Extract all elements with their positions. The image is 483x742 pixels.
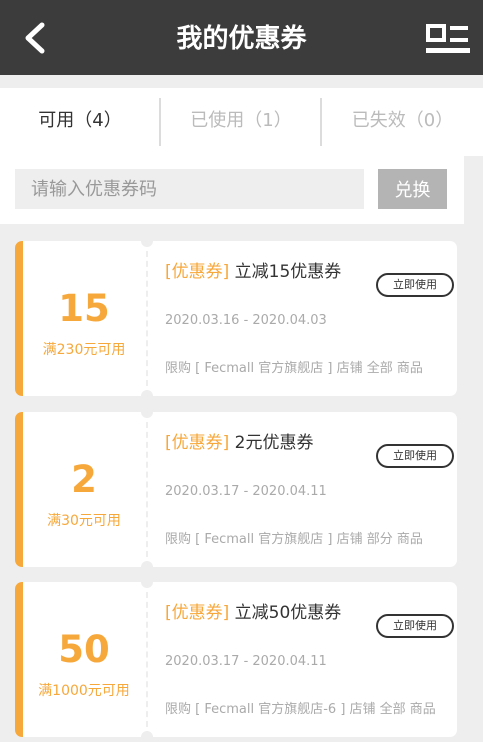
coupon-tag: [优惠券]: [165, 433, 230, 453]
tab-available[interactable]: 可用（4）: [0, 88, 160, 156]
coupon-amount: 15: [58, 287, 110, 330]
coupon-scope: 限购 [ Fecmall 官方旗舰店 ] 店铺 部分 商品: [165, 532, 423, 547]
app-header: 我的优惠券: [0, 0, 483, 75]
coupon-tag: [优惠券]: [165, 603, 230, 623]
coupon-condition: 满1000元可用: [38, 683, 130, 699]
coupon-divider: [146, 422, 148, 557]
coupon-divider: [146, 592, 148, 727]
use-now-button[interactable]: 立即使用: [376, 273, 454, 297]
coupon-divider: [146, 251, 148, 386]
tab-used[interactable]: 已使用（1）: [161, 88, 321, 156]
coupon-name: [优惠券] 立减15优惠券: [165, 257, 341, 282]
coupon-notch: [141, 576, 153, 588]
use-now-button[interactable]: 立即使用: [376, 444, 454, 468]
use-now-button[interactable]: 立即使用: [376, 614, 454, 638]
coupon-title: 立减15优惠券: [229, 262, 342, 282]
coupon-amount: 50: [58, 628, 110, 671]
coupon-notch: [141, 561, 153, 573]
coupon-notch: [141, 390, 153, 402]
coupon-code-bar: 兑换: [0, 156, 464, 224]
coupon-notch: [141, 406, 153, 418]
coupon-title: 2元优惠券: [229, 433, 314, 453]
coupon-condition: 满230元可用: [42, 342, 126, 358]
coupon-title: 立减50优惠券: [229, 603, 342, 623]
coupon-date-range: 2020.03.17 - 2020.04.11: [165, 484, 327, 499]
coupon-amount: 2: [71, 458, 97, 501]
menu-button[interactable]: [426, 24, 470, 56]
coupon-name: [优惠券] 立减50优惠券: [165, 598, 341, 623]
coupon-notch: [141, 731, 153, 742]
coupon-card: 15 满230元可用 [优惠券] 立减15优惠券 立即使用 2020.03.16…: [15, 235, 457, 402]
page-title: 我的优惠券: [176, 24, 307, 54]
coupon-status-tabs: 可用（4） 已使用（1） 已失效（0）: [0, 88, 483, 156]
coupon-name: [优惠券] 2元优惠券: [165, 428, 314, 453]
coupon-card: 2 满30元可用 [优惠券] 2元优惠券 立即使用 2020.03.17 - 2…: [15, 406, 457, 573]
coupon-scope: 限购 [ Fecmall 官方旗舰店 ] 店铺 全部 商品: [165, 361, 423, 376]
coupon-tag: [优惠券]: [165, 262, 230, 282]
coupon-scope: 限购 [ Fecmall 官方旗舰店-6 ] 店铺 全部 商品: [165, 702, 436, 717]
coupon-condition: 满30元可用: [47, 513, 121, 529]
coupon-code-input[interactable]: [15, 169, 364, 209]
coupon-card: 50 满1000元可用 [优惠券] 立减50优惠券 立即使用 2020.03.1…: [15, 576, 457, 742]
coupon-date-range: 2020.03.16 - 2020.04.03: [165, 313, 327, 328]
menu-icon: [426, 24, 470, 53]
tab-expired[interactable]: 已失效（0）: [322, 88, 483, 156]
coupon-notch: [141, 235, 153, 247]
coupon-date-range: 2020.03.17 - 2020.04.11: [165, 654, 327, 669]
redeem-button[interactable]: 兑换: [378, 169, 447, 209]
